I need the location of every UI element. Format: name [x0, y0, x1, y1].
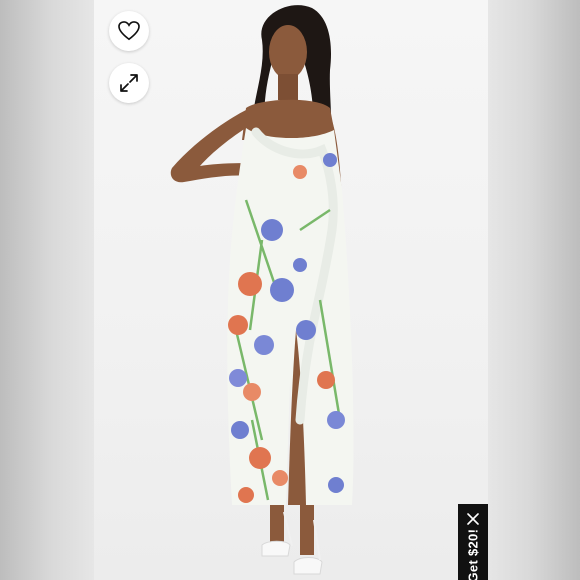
expand-arrows-icon	[120, 74, 138, 92]
close-x-icon	[467, 513, 479, 525]
heart-outline-icon	[118, 21, 140, 41]
right-backdrop	[488, 0, 580, 580]
expand-button[interactable]	[109, 63, 149, 103]
promo-text: Get $20!	[465, 528, 481, 580]
left-backdrop	[0, 0, 94, 580]
promo-close-button[interactable]	[465, 511, 481, 527]
like-button[interactable]	[109, 11, 149, 51]
product-photo[interactable]	[94, 0, 488, 580]
promo-tab[interactable]: Get $20!	[458, 504, 488, 580]
model-in-floral-dress-illustration	[170, 5, 354, 575]
image-viewer: Get $20!	[0, 0, 580, 580]
